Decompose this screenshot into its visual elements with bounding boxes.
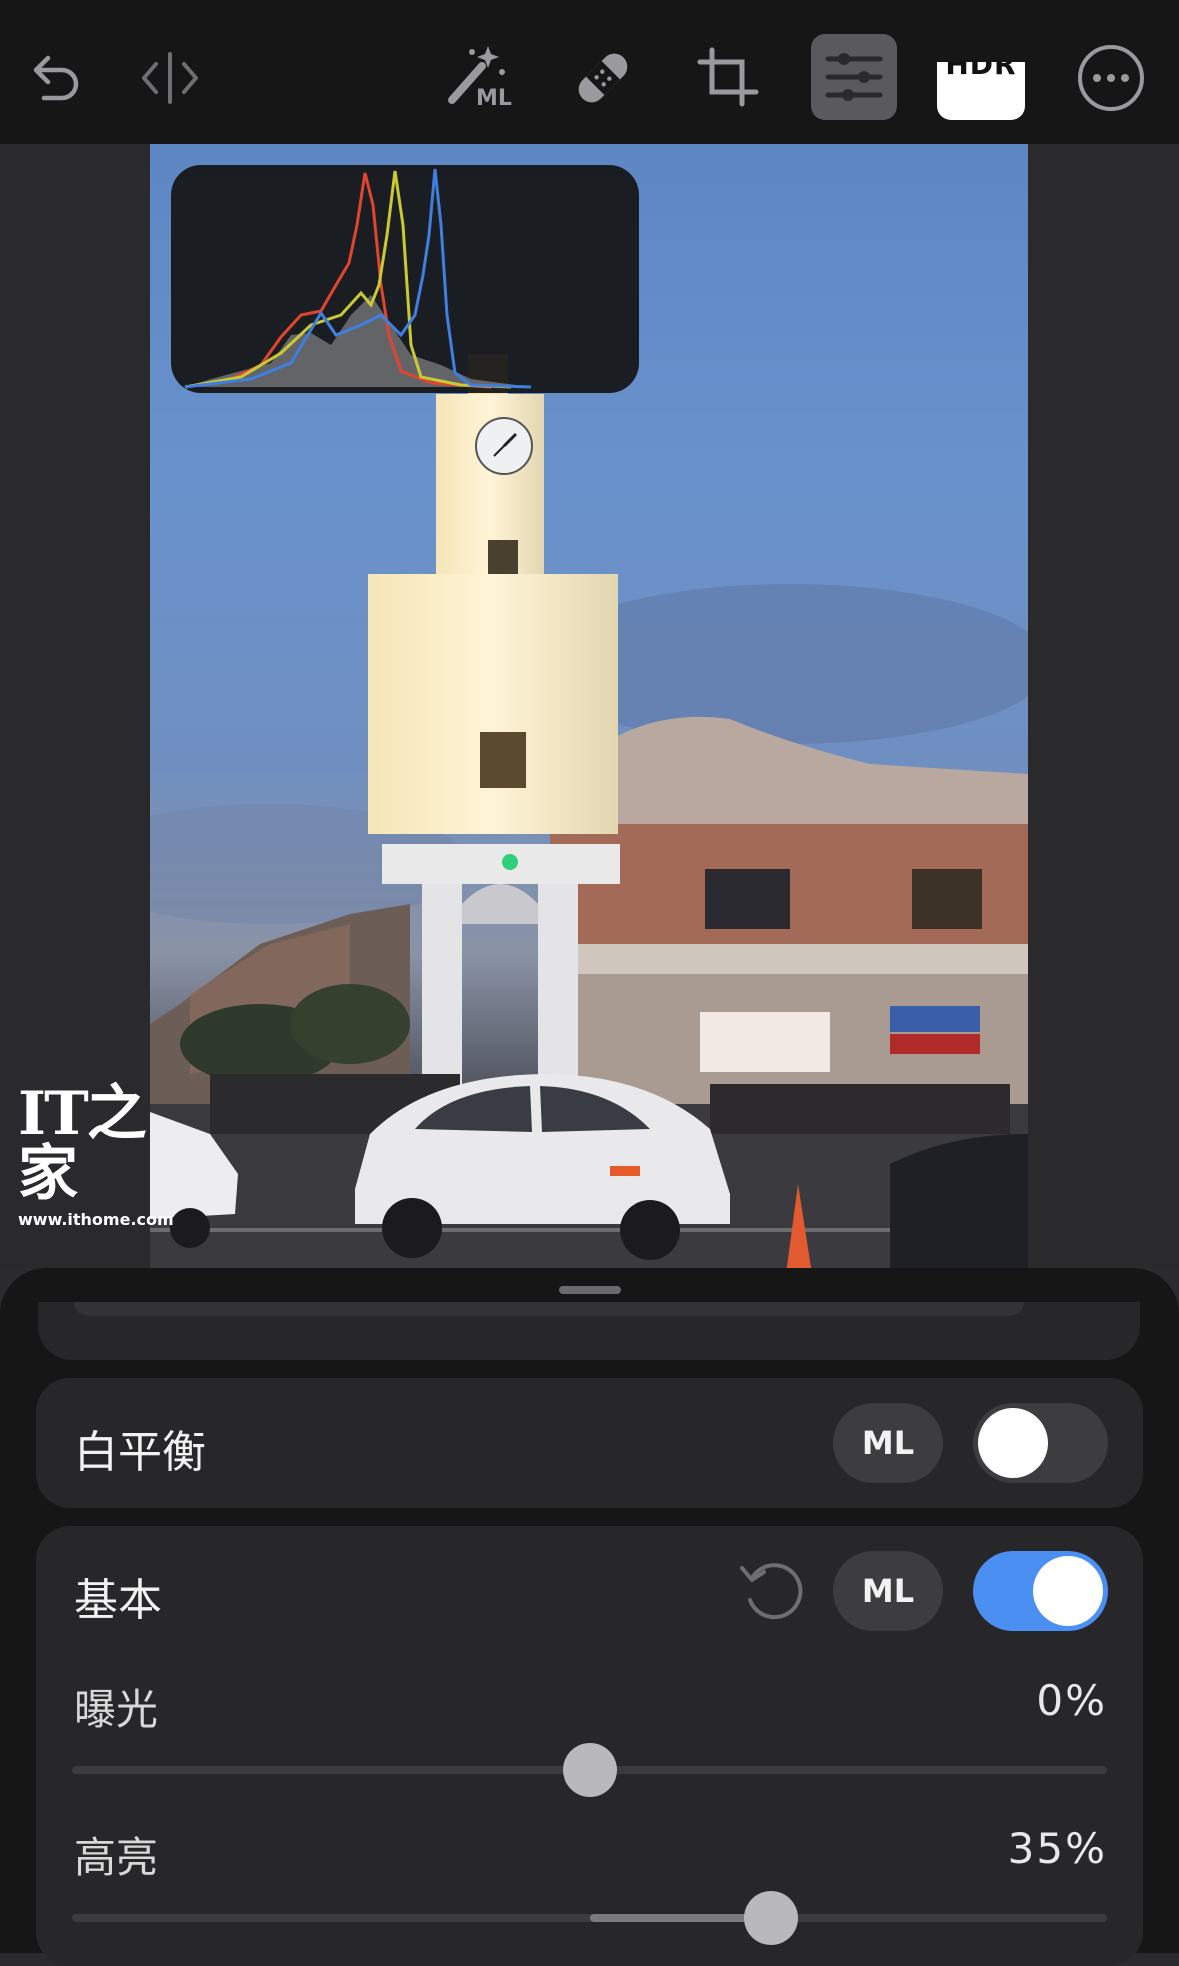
white-balance-toggle[interactable] [973, 1403, 1108, 1483]
highlights-slider[interactable] [72, 1891, 1107, 1945]
white-balance-card: 白平衡 ML [36, 1378, 1143, 1508]
hdr-badge[interactable]: HDR [937, 62, 1025, 120]
exposure-label: 曝光 [74, 1685, 159, 1734]
toggle-knob [1033, 1556, 1103, 1626]
exposure-value: 0% [1036, 1676, 1107, 1725]
watermark-logo: IT之家 [18, 1079, 147, 1209]
crop-icon[interactable] [680, 30, 776, 126]
more-icon[interactable] [1063, 30, 1159, 126]
histogram[interactable] [171, 165, 639, 393]
basic-ml-button[interactable]: ML [833, 1551, 943, 1631]
watermark-url: www.ithome.com [18, 1210, 174, 1229]
top-toolbar: ML HDR [0, 0, 1179, 144]
exposure-slider-thumb[interactable] [562, 1743, 617, 1797]
basic-reset-icon[interactable] [736, 1554, 808, 1626]
highlights-slider-thumb[interactable] [743, 1891, 798, 1945]
white-balance-title: 白平衡 [74, 1427, 206, 1478]
hdr-label: HDR [945, 62, 1017, 81]
adjust-sliders-icon[interactable] [811, 34, 897, 120]
highlights-label: 高亮 [74, 1833, 159, 1882]
white-balance-ml-button[interactable]: ML [833, 1403, 943, 1483]
highlights-value: 35% [1007, 1824, 1107, 1873]
watermark: IT之家 www.ithome.com [18, 1084, 178, 1229]
exposure-slider[interactable] [72, 1743, 1107, 1797]
toggle-knob [978, 1408, 1048, 1478]
basic-card: 基本 ML 曝光 0% 高亮 35% [36, 1526, 1143, 1966]
photo-canvas[interactable]: IT之家 www.ithome.com [0, 144, 1179, 1390]
adjustments-panel: 白平衡 ML 基本 ML 曝光 0% 高亮 35% [0, 1268, 1179, 1966]
basic-toggle[interactable] [973, 1551, 1108, 1631]
edited-photo [150, 144, 1028, 1268]
undo-icon[interactable] [6, 30, 102, 126]
collapsed-card[interactable] [38, 1302, 1140, 1360]
bandage-heal-icon[interactable] [555, 30, 651, 126]
ml-wand-label: ML [476, 86, 512, 111]
compare-icon[interactable] [122, 30, 218, 126]
panel-grabber[interactable] [559, 1286, 621, 1294]
basic-title: 基本 [74, 1575, 162, 1626]
ml-magic-wand-icon[interactable]: ML [430, 30, 526, 126]
